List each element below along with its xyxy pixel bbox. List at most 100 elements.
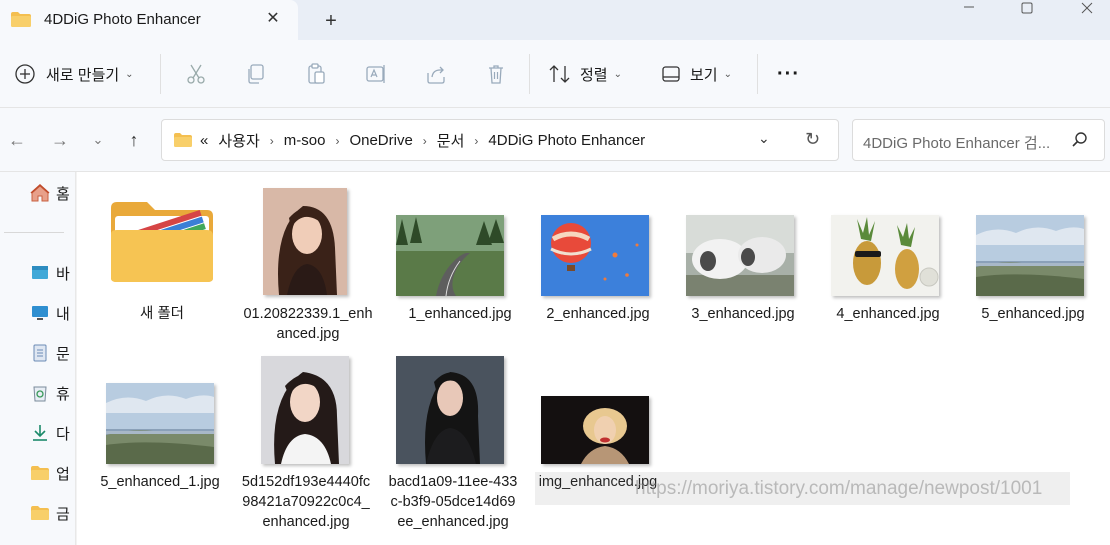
folder-icon [111, 202, 213, 282]
sidebar-item-label: 금 [56, 505, 70, 523]
search-box[interactable]: 4DDiG Photo Enhancer 검... [852, 119, 1105, 161]
up-arrow-icon[interactable]: ↑ [122, 128, 146, 152]
new-button-label: 새로 만들기 [46, 66, 120, 84]
folder-item[interactable]: 새 폴더 [107, 188, 237, 338]
tab-4ddig[interactable]: 4DDiG Photo Enhancer ✕ [0, 0, 298, 40]
recent-locations-chevron-icon[interactable]: ⌄ [86, 128, 110, 152]
view-button[interactable]: 보기 ⌄ [660, 58, 732, 90]
sidebar-item-label: 홈 [56, 185, 70, 203]
file-name: 5_enhanced.jpg [981, 306, 1085, 322]
more-options-button[interactable]: ··· [777, 58, 800, 90]
maximize-icon[interactable] [1004, 0, 1050, 20]
chevron-down-icon: ⌄ [125, 68, 134, 80]
file-item[interactable]: 5_enhanced_1.jpg [95, 356, 225, 516]
sidebar-item-label: 휴 [56, 385, 70, 403]
paste-icon[interactable] [304, 62, 328, 86]
delete-icon[interactable] [484, 62, 508, 86]
sidebar-item-folder[interactable]: 업 [30, 462, 76, 484]
image-thumbnail [263, 188, 347, 295]
forward-arrow-icon[interactable]: → [48, 128, 72, 152]
sort-button[interactable]: 정렬 ⌄ [548, 58, 622, 90]
view-icon [662, 66, 680, 82]
file-item[interactable]: 5d152df193e4440fc98421a70922c0c4_enhance… [241, 356, 371, 545]
sort-icon [549, 65, 570, 83]
breadcrumb-item[interactable]: 사용자 [218, 130, 259, 151]
sidebar-item-label: 바 [56, 265, 70, 283]
chevron-down-icon: ⌄ [613, 68, 622, 80]
minimize-icon[interactable] [946, 0, 992, 20]
close-tab-icon[interactable]: ✕ [262, 8, 284, 30]
back-arrow-icon[interactable]: ← [5, 128, 29, 152]
sidebar-item-label: 다 [56, 425, 70, 443]
sidebar-item-folder[interactable]: 금 [30, 502, 76, 524]
chevron-down-icon: ⌄ [723, 68, 732, 80]
document-icon [33, 344, 47, 362]
file-item[interactable]: bacd1a09-11ee-433c-b3f9-05dce14d69ee_enh… [388, 356, 518, 545]
address-dropdown-icon[interactable]: ⌄ [758, 130, 770, 147]
image-thumbnail [831, 215, 939, 296]
file-item[interactable]: 5_enhanced.jpg [968, 188, 1098, 338]
home-icon [30, 184, 50, 202]
url-watermark: https://moriya.tistory.com/manage/newpos… [535, 472, 1070, 505]
image-thumbnail [541, 215, 649, 296]
folder-icon [31, 466, 49, 480]
navigation-pane: 홈 바 내 문 휴 다 업 금 [0, 172, 76, 545]
search-icon[interactable] [1071, 131, 1089, 149]
image-thumbnail [686, 215, 794, 296]
sidebar-item-documents[interactable]: 문 [30, 342, 76, 364]
command-bar: 새로 만들기 ⌄ 정렬 ⌄ 보기 ⌄ ··· [0, 40, 1110, 108]
chevron-right-icon[interactable]: › [423, 134, 427, 148]
breadcrumb-item[interactable]: OneDrive [349, 132, 412, 149]
file-name: 5d152df193e4440fc98421a70922c0c4_enhance… [241, 474, 371, 530]
download-icon [33, 425, 47, 441]
chevron-right-icon[interactable]: › [270, 134, 274, 148]
file-item[interactable]: 4_enhanced.jpg [823, 188, 953, 338]
navigation-bar: ← → ⌄ ↑ « 사용자 › m-soo › OneDrive › 문서 › … [0, 108, 1110, 172]
chevron-right-icon[interactable]: › [474, 134, 478, 148]
monitor-icon [32, 306, 48, 320]
toolbar-divider [757, 54, 758, 94]
toolbar-divider [160, 54, 161, 94]
sidebar-divider [4, 232, 64, 233]
breadcrumb-item[interactable]: 문서 [437, 130, 465, 151]
breadcrumb-overflow[interactable]: « [200, 132, 208, 149]
address-bar[interactable]: « 사용자 › m-soo › OneDrive › 문서 › 4DDiG Ph… [161, 119, 839, 161]
breadcrumb-item[interactable]: 4DDiG Photo Enhancer [488, 132, 645, 149]
breadcrumb-item[interactable]: m-soo [284, 132, 326, 149]
image-thumbnail [261, 356, 349, 464]
image-thumbnail [106, 383, 214, 464]
file-name: 3_enhanced.jpg [691, 306, 795, 322]
copy-icon[interactable] [244, 62, 268, 86]
new-button[interactable]: 새로 만들기 ⌄ [14, 58, 134, 90]
sort-label: 정렬 [580, 66, 608, 84]
image-thumbnail [396, 215, 504, 296]
share-icon[interactable] [424, 62, 448, 86]
file-item[interactable]: 3_enhanced.jpg [678, 188, 808, 338]
close-window-icon[interactable] [1064, 0, 1110, 20]
refresh-icon[interactable]: ↻ [805, 129, 820, 150]
sidebar-item-label: 업 [56, 465, 70, 483]
sidebar-item-desktop[interactable]: 바 [30, 262, 76, 284]
breadcrumb: « 사용자 › m-soo › OneDrive › 문서 › 4DDiG Ph… [200, 130, 645, 151]
file-item[interactable]: 01.20822339.1_enhanced.jpg [243, 188, 373, 348]
view-label: 보기 [690, 66, 718, 84]
image-thumbnail [976, 215, 1084, 296]
folder-icon [31, 506, 49, 520]
file-item[interactable]: 2_enhanced.jpg [533, 188, 663, 338]
new-tab-icon[interactable]: + [318, 8, 344, 34]
file-item[interactable]: 1_enhanced.jpg [395, 188, 525, 338]
file-name: 1_enhanced.jpg [408, 306, 512, 322]
sidebar-item-pc[interactable]: 내 [30, 302, 76, 324]
chevron-right-icon[interactable]: › [335, 134, 339, 148]
plus-circle-icon [15, 64, 35, 84]
sidebar-item-recycle-bin[interactable]: 휴 [30, 382, 76, 404]
file-name: 2_enhanced.jpg [546, 306, 650, 322]
image-thumbnail [541, 396, 649, 464]
title-bar: 4DDiG Photo Enhancer ✕ + [0, 0, 1110, 40]
cut-icon[interactable] [184, 62, 208, 86]
tab-title: 4DDiG Photo Enhancer [44, 11, 201, 28]
sidebar-item-home[interactable]: 홈 [30, 182, 76, 204]
sidebar-item-downloads[interactable]: 다 [30, 422, 76, 444]
file-name: 5_enhanced_1.jpg [100, 474, 220, 490]
rename-icon[interactable] [364, 62, 388, 86]
